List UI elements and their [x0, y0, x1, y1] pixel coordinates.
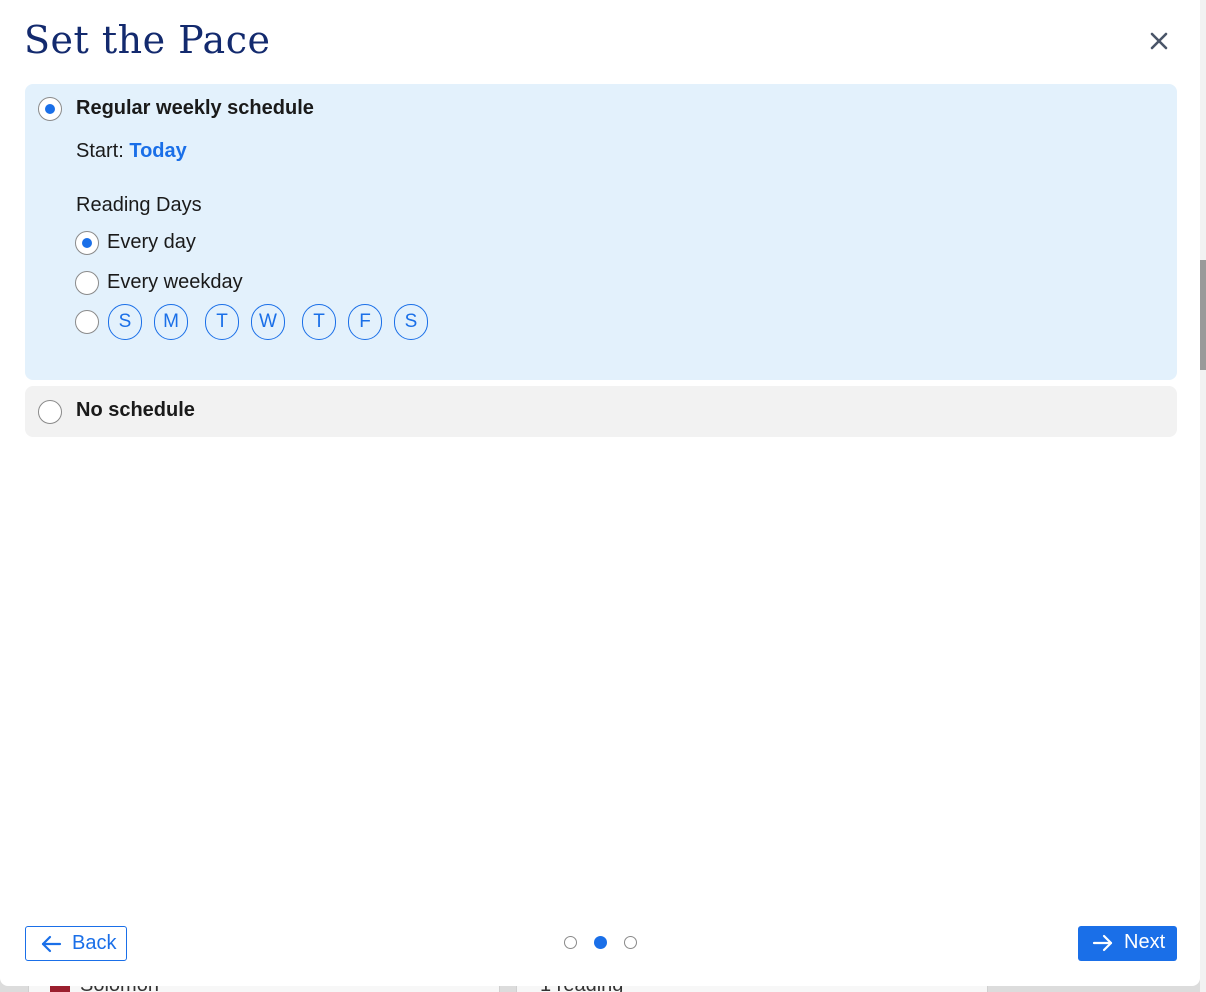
background-scroll-thumb [1200, 260, 1206, 370]
next-button-label: Next [1124, 931, 1166, 953]
regular-schedule-card[interactable]: Regular weekly schedule Start: Today Rea… [25, 84, 1177, 380]
pager-dot-3[interactable] [624, 936, 637, 949]
every-day-label: Every day [107, 231, 196, 253]
every-weekday-label: Every weekday [107, 271, 243, 293]
back-button-label: Back [72, 932, 117, 954]
start-label: Start: [76, 140, 124, 162]
day-tuesday-button[interactable]: T [205, 304, 239, 340]
pager-dot-2[interactable] [594, 936, 607, 949]
regular-schedule-label: Regular weekly schedule [76, 97, 314, 119]
day-saturday-button[interactable]: S [394, 304, 428, 340]
no-schedule-label: No schedule [76, 399, 195, 421]
arrow-left-icon [41, 935, 62, 953]
custom-days-radio[interactable] [75, 310, 99, 334]
arrow-right-icon [1092, 934, 1113, 952]
no-schedule-card[interactable]: No schedule [25, 386, 1177, 437]
close-button[interactable] [1144, 26, 1174, 56]
start-date-link[interactable]: Today [129, 140, 186, 162]
close-icon [1150, 32, 1168, 50]
regular-schedule-radio[interactable] [38, 97, 62, 121]
pager-dot-1[interactable] [564, 936, 577, 949]
no-schedule-radio[interactable] [38, 400, 62, 424]
background-right-strip [1200, 0, 1206, 992]
set-pace-dialog: Set the Pace Regular weekly schedule Sta… [0, 0, 1200, 986]
day-wednesday-button[interactable]: W [251, 304, 285, 340]
dialog-title: Set the Pace [24, 18, 271, 62]
reading-days-label: Reading Days [76, 194, 202, 216]
back-button[interactable]: Back [25, 926, 127, 961]
start-line: Start: Today [76, 140, 187, 163]
every-weekday-radio[interactable] [75, 271, 99, 295]
day-monday-button[interactable]: M [154, 304, 188, 340]
day-friday-button[interactable]: F [348, 304, 382, 340]
day-sunday-button[interactable]: S [108, 304, 142, 340]
next-button[interactable]: Next [1078, 926, 1177, 961]
day-thursday-button[interactable]: T [302, 304, 336, 340]
every-day-radio[interactable] [75, 231, 99, 255]
